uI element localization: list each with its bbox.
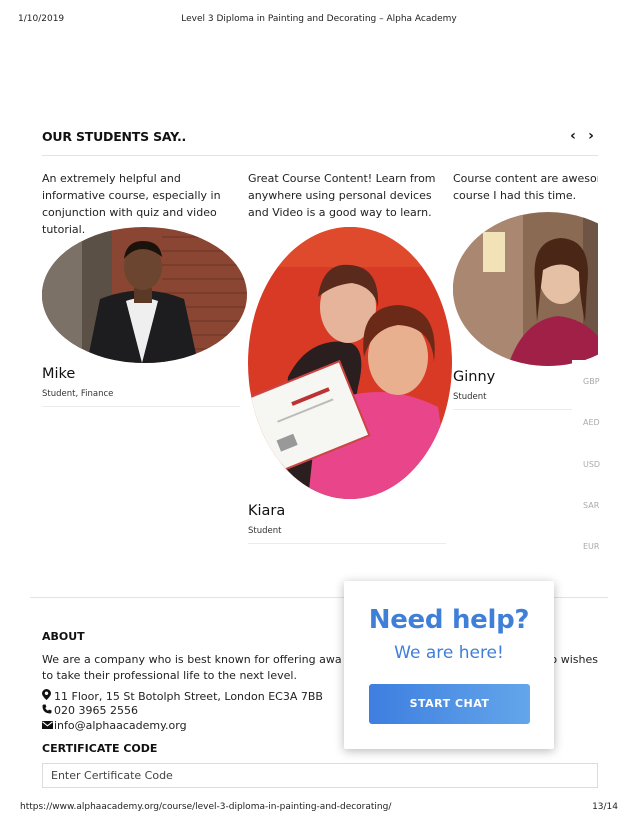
testimonial-quote: Great Course Content! Learn from anywher… [248,172,436,219]
testimonial-card: Course content are awesome, the best cou… [453,170,598,410]
carousel-next-button[interactable]: › [584,128,598,144]
section-divider [42,155,598,156]
print-page-title: Level 3 Diploma in Painting and Decorati… [181,14,457,24]
contact-email: info@alphaacademy.org [42,719,187,732]
start-chat-button[interactable]: START CHAT [369,684,530,724]
certificate-code-input[interactable] [42,763,598,788]
about-heading: ABOUT [42,630,85,643]
student-name: Ginny [453,369,496,385]
student-photo [248,227,452,499]
help-subheading: We are here! [394,643,504,663]
testimonial-card: Great Course Content! Learn from anywher… [248,170,452,544]
currency-option-usd[interactable]: USD [583,460,600,469]
student-role: Student [453,392,487,402]
envelope-icon [42,721,54,732]
card-divider [248,543,446,544]
email-text[interactable]: info@alphaacademy.org [54,719,187,732]
student-name: Mike [42,366,76,382]
testimonials-title: OUR STUDENTS SAY.. [42,129,187,144]
carousel-nav: ‹ › [566,128,600,144]
contact-phone: 020 3965 2556 [42,704,138,717]
card-divider [42,406,240,407]
currency-option-sar[interactable]: SAR [583,501,599,510]
phone-icon [42,704,54,717]
student-photo [42,227,247,363]
currency-switcher: GBP AED USD SAR EUR [572,360,604,560]
student-name: Kiara [248,503,286,519]
phone-text[interactable]: 020 3965 2556 [54,704,138,717]
testimonial-quote: Course content are awesome, the best cou… [453,172,598,202]
map-marker-icon [42,689,54,703]
print-header: 1/10/2019 Level 3 Diploma in Painting an… [18,14,620,26]
chat-help-widget: Need help? We are here! START CHAT [344,581,554,749]
currency-option-aed[interactable]: AED [583,418,600,427]
print-url: https://www.alphaacademy.org/course/leve… [20,802,392,812]
address-text: 11 Floor, 15 St Botolph Street, London E… [54,690,323,703]
student-photo [453,212,598,366]
testimonial-card: An extremely helpful and informative cou… [42,170,247,407]
currency-option-gbp[interactable]: GBP [583,377,600,386]
currency-option-eur[interactable]: EUR [583,542,599,551]
print-footer: https://www.alphaacademy.org/course/leve… [20,802,618,814]
student-role: Student, Finance [42,389,114,399]
print-page-number: 13/14 [592,802,618,812]
certificate-heading: CERTIFICATE CODE [42,742,158,755]
student-role: Student [248,526,282,536]
help-heading: Need help? [368,605,530,635]
testimonials-carousel: An extremely helpful and informative cou… [42,170,598,560]
contact-address: 11 Floor, 15 St Botolph Street, London E… [42,689,323,703]
carousel-prev-button[interactable]: ‹ [566,128,580,144]
